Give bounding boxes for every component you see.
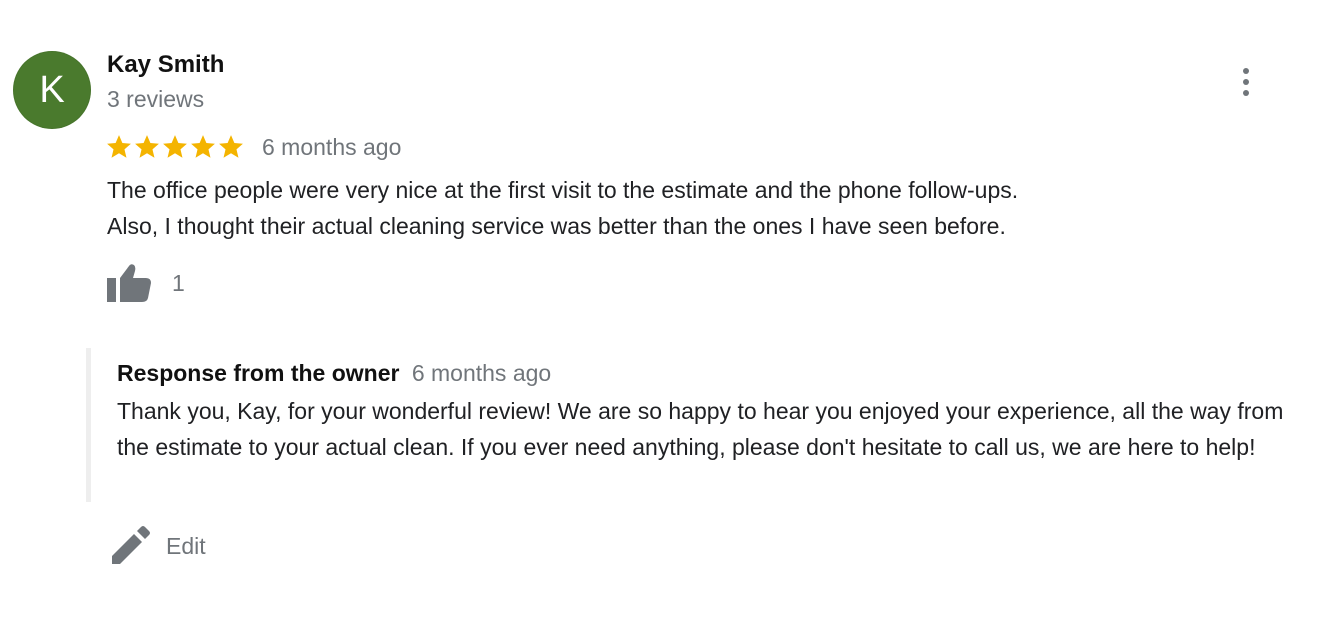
owner-response-title: Response from the owner xyxy=(117,360,400,386)
reviewer-name[interactable]: Kay Smith xyxy=(107,51,224,79)
owner-response-header: Response from the owner 6 months ago xyxy=(117,360,551,387)
like-count: 1 xyxy=(172,269,185,296)
avatar[interactable]: K xyxy=(13,51,91,129)
star-icon xyxy=(135,135,159,158)
review-card: K Kay Smith 3 reviews 6 months ago The o… xyxy=(0,0,1330,622)
star-icon xyxy=(191,135,215,158)
star-rating xyxy=(105,133,245,161)
thumb-up-icon xyxy=(107,264,151,302)
review-text-line: The office people were very nice at the … xyxy=(107,177,1019,203)
review-text: The office people were very nice at the … xyxy=(107,172,1287,244)
rating-row: 6 months ago xyxy=(105,131,401,163)
review-text-line: Also, I thought their actual cleaning se… xyxy=(107,213,1006,239)
more-options-button[interactable] xyxy=(1230,64,1262,100)
edit-label: Edit xyxy=(166,532,206,559)
owner-response-text: Thank you, Kay, for your wonderful revie… xyxy=(117,398,1284,460)
owner-response: Response from the owner 6 months ago Tha… xyxy=(86,348,1301,502)
review-date: 6 months ago xyxy=(262,133,402,160)
more-vert-icon-dot xyxy=(1243,90,1249,96)
avatar-letter: K xyxy=(39,69,65,111)
review-count[interactable]: 3 reviews xyxy=(107,86,204,113)
pencil-icon xyxy=(112,526,150,564)
star-icon xyxy=(219,135,243,158)
star-icon xyxy=(107,135,131,158)
like-row: 1 xyxy=(106,262,185,304)
owner-response-date: 6 months ago xyxy=(411,360,552,386)
like-button[interactable] xyxy=(106,262,154,304)
edit-button[interactable]: Edit xyxy=(108,524,206,568)
star-icon xyxy=(163,135,187,158)
more-vert-icon xyxy=(1243,68,1249,74)
more-vert-icon-dot xyxy=(1243,79,1249,85)
